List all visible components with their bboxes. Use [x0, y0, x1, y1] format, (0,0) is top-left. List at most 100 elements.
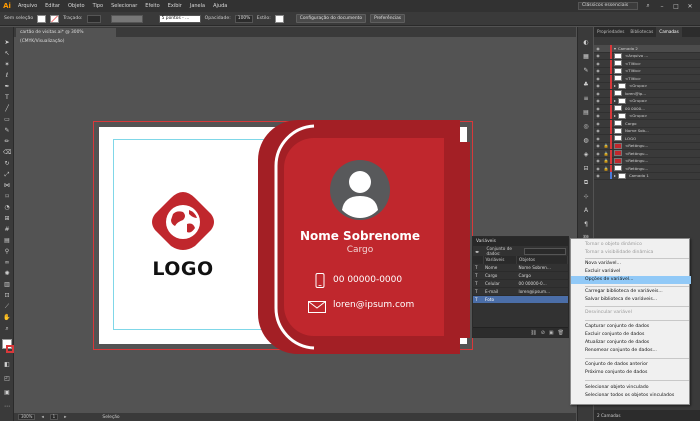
- eye-icon[interactable]: ◉: [594, 106, 602, 111]
- eye-icon[interactable]: ◉: [594, 158, 602, 163]
- color-mode-icon[interactable]: ◧: [3, 361, 11, 369]
- eye-icon[interactable]: ◉: [594, 166, 602, 171]
- maximize-icon[interactable]: □: [672, 3, 680, 10]
- menu-tipo[interactable]: Tipo: [89, 0, 108, 12]
- eye-icon[interactable]: ◉: [594, 46, 602, 51]
- nav-arrows-icon[interactable]: ◂▸: [475, 249, 484, 254]
- menu-item-delete-dataset[interactable]: Excluir conjunto de dados: [571, 331, 691, 339]
- align-panel-icon[interactable]: ⊟: [582, 165, 590, 173]
- menu-item-variable-options[interactable]: Opções de variável...: [571, 276, 691, 284]
- stroke-swatch[interactable]: [50, 14, 60, 23]
- eye-icon[interactable]: ◉: [594, 151, 602, 156]
- lock-icon[interactable]: 🔒: [602, 166, 610, 171]
- menu-item-next-dataset[interactable]: Próximo conjunto de dados: [571, 369, 691, 377]
- scale-tool-icon[interactable]: ⤢: [3, 171, 11, 179]
- document-setup-button[interactable]: Configuração do documento: [295, 14, 367, 23]
- trash-icon[interactable]: 🗑: [558, 330, 564, 336]
- appearance-panel-icon[interactable]: ◍: [582, 137, 590, 145]
- line-tool-icon[interactable]: ╱: [3, 105, 11, 113]
- lock-icon[interactable]: 🔒: [602, 143, 610, 148]
- layer-row[interactable]: ◉ ▸ Camada 1: [594, 172, 700, 180]
- menu-item-make-object-dynamic[interactable]: Tornar o objeto dinâmico: [571, 241, 691, 249]
- pathfinder-panel-icon[interactable]: ⧉: [582, 179, 590, 187]
- close-icon[interactable]: ✕: [686, 3, 694, 10]
- free-transform-tool-icon[interactable]: ⌑: [3, 193, 11, 201]
- opacity-input[interactable]: 100%: [234, 14, 253, 23]
- menu-editar[interactable]: Editar: [41, 0, 64, 12]
- blend-tool-icon[interactable]: ∞: [3, 259, 11, 267]
- transform-panel-icon[interactable]: ⊹: [582, 193, 590, 201]
- menu-item-update-dataset[interactable]: Atualizar conjunto de dados: [571, 339, 691, 347]
- magic-wand-tool-icon[interactable]: ✶: [3, 61, 11, 69]
- shape-builder-tool-icon[interactable]: ◔: [3, 204, 11, 212]
- minimize-icon[interactable]: –: [658, 3, 666, 10]
- menu-selecionar[interactable]: Selecionar: [107, 0, 141, 12]
- table-row[interactable]: T Celular 00 00000-0...: [473, 278, 568, 287]
- artboard-next-icon[interactable]: ▸: [64, 415, 66, 420]
- character-panel-icon[interactable]: A: [582, 207, 590, 215]
- eye-icon[interactable]: ◉: [594, 113, 602, 118]
- direct-selection-tool-icon[interactable]: ↖: [3, 50, 11, 58]
- screen-mode-icon[interactable]: ▣: [3, 389, 11, 397]
- type-tool-icon[interactable]: T: [3, 94, 11, 102]
- menu-item-rename-dataset[interactable]: Renomear conjunto de dados...: [571, 347, 691, 355]
- eye-icon[interactable]: ◉: [594, 53, 602, 58]
- edit-toolbar-icon[interactable]: ⋯: [3, 403, 11, 411]
- menu-item-previous-dataset[interactable]: Conjunto de dados anterior: [571, 361, 691, 369]
- brushes-panel-icon[interactable]: ✎: [582, 67, 590, 75]
- tab-libraries[interactable]: Bibliotecas: [627, 27, 656, 37]
- column-graph-tool-icon[interactable]: ▥: [3, 281, 11, 289]
- eyedropper-tool-icon[interactable]: ⚲: [3, 248, 11, 256]
- eye-icon[interactable]: ◉: [594, 143, 602, 148]
- eye-icon[interactable]: ◉: [594, 91, 602, 96]
- link-icon[interactable]: ⛓: [530, 330, 536, 336]
- menu-item-capture-dataset[interactable]: Capturar conjunto de dados: [571, 323, 691, 331]
- hand-tool-icon[interactable]: ✋: [3, 314, 11, 322]
- menu-item-select-bound-object[interactable]: Selecionar objeto vinculado: [571, 384, 691, 392]
- eye-icon[interactable]: ◉: [594, 128, 602, 133]
- menu-janela[interactable]: Janela: [186, 0, 209, 12]
- perspective-grid-tool-icon[interactable]: ⊞: [3, 215, 11, 223]
- dataset-select[interactable]: [524, 247, 566, 255]
- pen-tool-icon[interactable]: ✒: [3, 83, 11, 91]
- artboard-tool-icon[interactable]: ⊡: [3, 292, 11, 300]
- lock-icon[interactable]: 🔒: [602, 158, 610, 163]
- workspace-switcher[interactable]: Clássicos essenciais: [578, 2, 638, 10]
- fill-swatch[interactable]: [37, 14, 47, 23]
- gradient-tool-icon[interactable]: ▤: [3, 237, 11, 245]
- stroke-color-icon[interactable]: [6, 345, 14, 353]
- menu-item-make-visibility-dynamic[interactable]: Tornar a visibilidade dinâmica: [571, 249, 691, 257]
- menu-item-save-variable-library[interactable]: Salvar biblioteca de variáveis...: [571, 296, 691, 304]
- width-tool-icon[interactable]: ⋈: [3, 182, 11, 190]
- chevron-right-icon[interactable]: ▸: [614, 98, 616, 103]
- unlink-icon[interactable]: ⊘: [541, 330, 545, 336]
- preferences-button[interactable]: Preferências: [370, 14, 406, 23]
- eye-icon[interactable]: ◉: [594, 83, 602, 88]
- column-header-objects[interactable]: Objetos: [516, 256, 568, 263]
- chevron-right-icon[interactable]: ▸: [614, 173, 616, 178]
- eye-icon[interactable]: ◉: [594, 61, 602, 66]
- table-row-selected[interactable]: T Foto: [473, 294, 568, 303]
- transparency-panel-icon[interactable]: ◎: [582, 123, 590, 131]
- tab-properties[interactable]: Propriedades: [594, 27, 627, 37]
- zoom-level-select[interactable]: 300%: [18, 414, 36, 420]
- eye-icon[interactable]: ◉: [594, 76, 602, 81]
- column-header-variables[interactable]: Variáveis: [483, 256, 518, 263]
- paintbrush-tool-icon[interactable]: ✎: [3, 127, 11, 135]
- artboard-prev-icon[interactable]: ◂: [41, 415, 43, 420]
- menu-item-delete-variable[interactable]: Excluir variável: [571, 268, 691, 276]
- zoom-tool-icon[interactable]: ⌕: [3, 325, 11, 333]
- brush-definition[interactable]: 5 pontos - ...: [158, 14, 201, 23]
- symbols-panel-icon[interactable]: ♣: [582, 81, 590, 89]
- graphic-styles-panel-icon[interactable]: ◈: [582, 151, 590, 159]
- table-row[interactable]: T E-mail loren@ipsum...: [473, 286, 568, 295]
- menu-ajuda[interactable]: Ajuda: [209, 0, 231, 12]
- lasso-tool-icon[interactable]: ℓ: [3, 72, 11, 80]
- menu-item-load-variable-library[interactable]: Carregar biblioteca de variáveis...: [571, 288, 691, 296]
- tab-document[interactable]: cartão de visitas.ai* @ 300% (CMYK/Visua…: [16, 28, 116, 44]
- stroke-width-input[interactable]: [86, 14, 101, 23]
- table-row[interactable]: T Cargo Cargo: [473, 270, 568, 279]
- new-variable-icon[interactable]: ▣: [549, 330, 554, 336]
- swatches-panel-icon[interactable]: ▦: [582, 53, 590, 61]
- drawing-mode-icon[interactable]: ◰: [3, 375, 11, 383]
